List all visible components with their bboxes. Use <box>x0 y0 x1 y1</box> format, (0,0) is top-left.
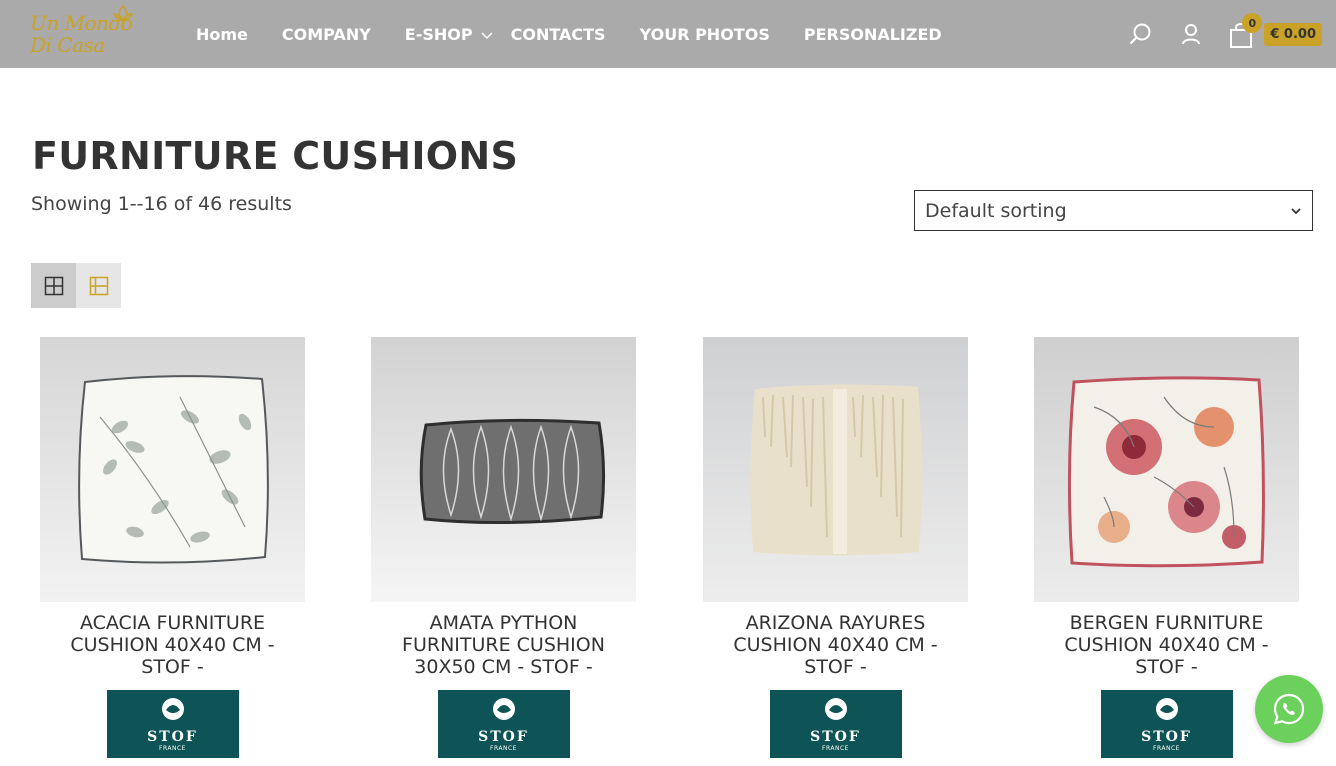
site-header: Un Mondo Di Casa Home COMPANY E-SHOP CON… <box>0 0 1336 68</box>
stof-logo-icon <box>492 698 515 720</box>
product-image[interactable] <box>703 337 968 602</box>
whatsapp-icon <box>1273 693 1305 725</box>
product-image[interactable] <box>1034 337 1299 602</box>
nav-item-eshop[interactable]: E-SHOP <box>405 25 493 44</box>
product-card[interactable]: ACACIA FURNITURE CUSHION 40X40 CM - STOF… <box>40 337 305 758</box>
cushion-image <box>40 337 305 602</box>
nav-item-contacts[interactable]: CONTACTS <box>511 25 606 44</box>
nav-item-your-photos[interactable]: YOUR PHOTOS <box>640 25 770 44</box>
nav-item-eshop-label: E-SHOP <box>404 25 473 44</box>
cart-total[interactable]: € 0.00 <box>1264 22 1322 46</box>
brand-name: STOF <box>1141 729 1192 745</box>
brand-country: FRANCE <box>1153 745 1180 752</box>
list-view-icon <box>89 276 108 295</box>
cart-count-badge: 0 <box>1242 13 1263 33</box>
logo-text: Un Mondo Di Casa <box>30 11 133 57</box>
chevron-down-icon <box>1291 207 1301 214</box>
view-toggle <box>31 263 121 308</box>
chevron-down-icon <box>481 31 493 39</box>
brand-logo: STOF FRANCE <box>106 690 239 758</box>
logo-line-1: Un Mondo <box>30 11 133 35</box>
main-nav: Home COMPANY E-SHOP CONTACTS YOUR PHOTOS… <box>196 25 976 44</box>
product-name[interactable]: BERGEN FURNITURE CUSHION 40X40 CM - STOF… <box>1034 612 1299 680</box>
cushion-image <box>703 337 968 602</box>
product-image[interactable] <box>40 337 305 602</box>
brand-name: STOF <box>147 729 198 745</box>
brand-name: STOF <box>810 729 861 745</box>
header-actions: 0 € 0.00 <box>1128 10 1322 58</box>
nav-item-home[interactable]: Home <box>196 25 248 44</box>
whatsapp-button[interactable] <box>1255 675 1323 743</box>
user-icon[interactable] <box>1178 21 1204 47</box>
stof-logo-icon <box>161 698 184 720</box>
grid-view-button[interactable] <box>31 263 76 308</box>
brand-country: FRANCE <box>490 745 517 752</box>
brand-logo: STOF FRANCE <box>1100 690 1233 758</box>
list-view-button[interactable] <box>76 263 121 308</box>
sort-select-value: Default sorting <box>925 199 1067 222</box>
product-card[interactable]: ARIZONA RAYURES CUSHION 40X40 CM - STOF … <box>703 337 968 758</box>
cushion-image <box>1034 337 1299 602</box>
cushion-image <box>371 337 636 602</box>
results-count: Showing 1--16 of 46 results <box>31 193 292 215</box>
search-icon[interactable] <box>1128 21 1154 47</box>
nav-item-company[interactable]: COMPANY <box>282 25 371 44</box>
logo-line-2: Di Casa <box>30 33 105 57</box>
product-name[interactable]: ACACIA FURNITURE CUSHION 40X40 CM - STOF… <box>40 612 305 680</box>
product-image[interactable] <box>371 337 636 602</box>
page-title: FURNITURE CUSHIONS <box>32 134 519 178</box>
site-logo[interactable]: Un Mondo Di Casa <box>30 2 140 66</box>
nav-item-personalized[interactable]: PERSONALIZED <box>804 25 942 44</box>
stof-logo-icon <box>1155 698 1178 720</box>
cart-button[interactable]: 0 <box>1228 13 1263 49</box>
brand-logo: STOF FRANCE <box>437 690 570 758</box>
brand-logo: STOF FRANCE <box>769 690 902 758</box>
brand-country: FRANCE <box>159 745 186 752</box>
sort-select[interactable]: Default sorting <box>914 190 1313 231</box>
brand-country: FRANCE <box>822 745 849 752</box>
stof-logo-icon <box>824 698 847 720</box>
brand-name: STOF <box>478 729 529 745</box>
grid-view-icon <box>44 276 63 295</box>
product-card[interactable]: AMATA PYTHON FURNITURE CUSHION 30X50 CM … <box>371 337 636 758</box>
product-name[interactable]: AMATA PYTHON FURNITURE CUSHION 30X50 CM … <box>371 612 636 680</box>
product-name[interactable]: ARIZONA RAYURES CUSHION 40X40 CM - STOF … <box>703 612 968 680</box>
